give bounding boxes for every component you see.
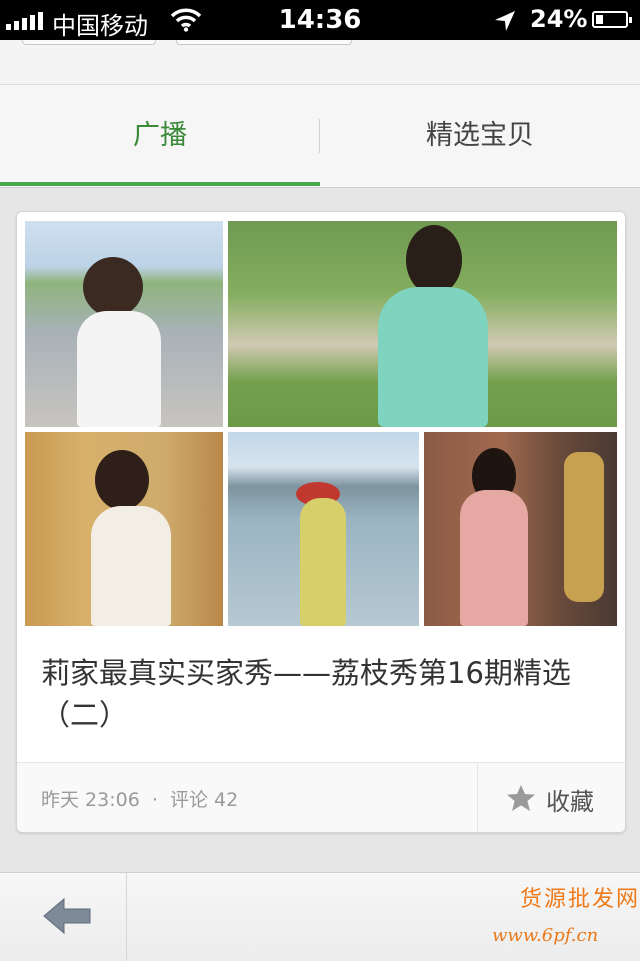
post-title[interactable]: 莉家最真实买家秀——荔枝秀第16期精选（二）	[41, 652, 601, 736]
post-time: 昨天 23:06	[41, 789, 140, 811]
watermark-brand: 货源批发网	[520, 887, 640, 912]
battery-icon	[592, 11, 632, 28]
favorite-label: 收藏	[546, 788, 594, 816]
tab-featured-items[interactable]: 精选宝贝	[320, 85, 640, 185]
header-button-center[interactable]	[176, 40, 352, 45]
post-card[interactable]: 莉家最真实买家秀——荔枝秀第16期精选（二） 昨天 23:06 · 评论 42 …	[16, 211, 626, 833]
tab-broadcast[interactable]: 广播	[0, 85, 320, 185]
comment-count[interactable]: 评论 42	[170, 789, 238, 811]
post-meta-bar: 昨天 23:06 · 评论 42 收藏	[17, 762, 625, 832]
meta-separator: ·	[151, 789, 158, 811]
location-icon	[494, 10, 516, 38]
post-photo-3[interactable]	[25, 432, 223, 626]
status-bar: 中国移动 14:36 24%	[0, 0, 640, 40]
watermark-url: www.6pf.cn	[492, 925, 599, 946]
battery-percentage: 24%	[530, 5, 588, 33]
back-arrow-icon	[43, 897, 91, 935]
post-photo-2[interactable]	[228, 221, 617, 427]
header-button-left[interactable]	[22, 40, 156, 45]
post-meta: 昨天 23:06 · 评论 42	[41, 785, 244, 812]
favorite-button[interactable]: 收藏	[477, 763, 625, 832]
back-button[interactable]	[0, 873, 127, 961]
tab-bar: 广播 精选宝贝	[0, 85, 640, 188]
post-photo-4[interactable]	[228, 432, 419, 626]
active-tab-indicator	[0, 182, 320, 186]
post-photo-1[interactable]	[25, 221, 223, 427]
bottom-toolbar: 货源批发网 www.6pf.cn	[0, 872, 640, 961]
header-bar	[0, 40, 640, 85]
post-photo-5[interactable]	[424, 432, 617, 626]
star-icon	[506, 784, 536, 816]
